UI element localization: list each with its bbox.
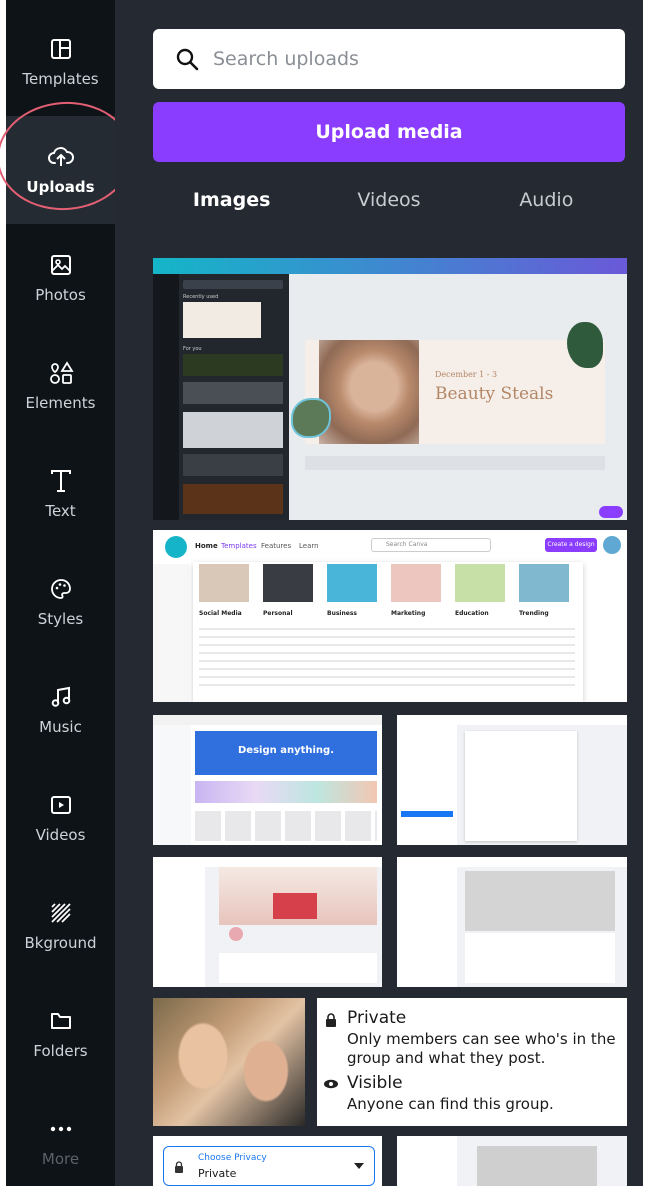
sidebar-item-text[interactable]: Text: [6, 440, 115, 548]
beauty-steals-canvas: December 1 - 3 Beauty Steals: [305, 322, 605, 444]
menu-column-heading: Business: [327, 610, 357, 617]
search-icon: [176, 48, 199, 71]
templates-dropdown: Social Media Personal Business Marketing…: [193, 562, 583, 702]
beauty-title: Beauty Steals: [435, 384, 554, 404]
menu-home: Home: [195, 542, 218, 550]
upload-cloud-icon: [47, 144, 74, 170]
sidebar-item-music[interactable]: Music: [6, 656, 115, 764]
sidebar-item-label: Bkground: [24, 934, 97, 952]
sidebar-item-label: Photos: [35, 286, 86, 304]
menu-column-heading: Trending: [519, 610, 549, 617]
sidebar-item-folders[interactable]: Folders: [6, 980, 115, 1088]
lock-icon: [175, 1161, 183, 1173]
privacy-select: Choose Privacy Private: [163, 1146, 375, 1186]
upload-thumbnail-privacy-card[interactable]: Private Only members can see who's in th…: [317, 998, 627, 1126]
upload-thumbnail-facebook-page[interactable]: [397, 715, 627, 845]
upload-thumbnail-canva-menu[interactable]: Home Templates Features Learn Search Can…: [153, 530, 627, 702]
menu-column-heading: Personal: [263, 610, 293, 617]
photos-icon: [48, 252, 74, 278]
model-photo: [319, 340, 419, 444]
upload-thumbnail-privacy-select[interactable]: Choose Privacy Private: [153, 1136, 382, 1186]
sidebar-item-more[interactable]: More: [6, 1088, 115, 1186]
more-dots-icon: [48, 1116, 74, 1142]
leaf-shape: [291, 398, 331, 438]
sidebar-item-label: Videos: [35, 826, 86, 844]
private-title: Private: [347, 1008, 407, 1028]
eye-icon: [324, 1079, 338, 1089]
upload-thumbnail-selfie[interactable]: [153, 998, 305, 1126]
sidebar-item-photos[interactable]: Photos: [6, 224, 115, 332]
visible-description: Anyone can find this group.: [347, 1095, 554, 1113]
lock-icon: [326, 1013, 336, 1027]
design-banner: Design anything.: [195, 731, 377, 775]
sidebar-item-uploads[interactable]: Uploads: [6, 116, 115, 224]
search-box[interactable]: [153, 29, 625, 89]
sidebar-item-label: Templates: [22, 70, 99, 88]
upload-thumbnail-group-settings[interactable]: [397, 1136, 627, 1186]
sidebar-item-label: Text: [45, 502, 76, 520]
search-input[interactable]: [213, 48, 593, 70]
upload-thumbnail-beauty-steals[interactable]: Recently used For you December 1 - 3 Bea…: [153, 258, 627, 520]
text-icon: [48, 468, 74, 494]
visible-title: Visible: [347, 1073, 403, 1093]
private-description: Only members can see who's in the group …: [347, 1030, 616, 1067]
privacy-value: Private: [198, 1167, 237, 1180]
sidebar-item-elements[interactable]: Elements: [6, 332, 115, 440]
sidebar-item-label: Styles: [37, 610, 84, 628]
sidebar-item-label: More: [41, 1150, 80, 1168]
music-note-icon: [48, 684, 74, 710]
privacy-label: Choose Privacy: [198, 1153, 267, 1163]
sidebar-item-label: Folders: [33, 1042, 88, 1060]
menu-learn: Learn: [299, 542, 319, 550]
sidebar-item-label: Uploads: [26, 178, 95, 196]
sidebar-item-templates[interactable]: Templates: [6, 8, 115, 116]
sidebar-item-styles[interactable]: Styles: [6, 548, 115, 656]
palette-icon: [48, 576, 74, 602]
uploads-panel: Upload media Images Videos Audio Recentl…: [115, 0, 643, 1186]
video-play-icon: [48, 792, 74, 818]
menu-create-button: Create a design: [545, 538, 597, 552]
editor-iconbar: [153, 274, 179, 520]
recently-used-label: Recently used: [183, 294, 219, 300]
templates-icon: [48, 36, 74, 62]
tab-audio[interactable]: Audio: [468, 178, 625, 222]
beauty-subtitle: December 1 - 3: [435, 370, 498, 379]
avatar: [603, 536, 621, 554]
sidebar-item-label: Elements: [25, 394, 96, 412]
media-tabs: Images Videos Audio: [153, 178, 625, 222]
menu-column-heading: Marketing: [391, 610, 426, 617]
sidebar-item-background[interactable]: Bkground: [6, 872, 115, 980]
leaf-shape: [567, 322, 603, 368]
sidebar-item-label: Music: [39, 718, 82, 736]
sidebar-item-videos[interactable]: Videos: [6, 764, 115, 872]
menu-search: Search Canva: [371, 538, 491, 552]
sidebar: Templates Uploads Photos Elements Text S…: [6, 0, 115, 1186]
design-anything-text: Design anything.: [237, 745, 334, 756]
for-you-label: For you: [183, 346, 202, 352]
upload-thumbnail-page-preview[interactable]: [397, 857, 627, 987]
menu-templates: Templates: [221, 542, 257, 550]
tab-images[interactable]: Images: [153, 178, 310, 222]
editor-templates-panel: Recently used For you: [179, 274, 289, 520]
help-button: [599, 506, 623, 518]
chevron-down-icon: [354, 1163, 364, 1169]
upload-thumbnail-design-anything[interactable]: Design anything.: [153, 715, 382, 845]
menu-column-heading: Education: [455, 610, 489, 617]
editor-topbar: [153, 258, 627, 274]
menu-features: Features: [261, 542, 292, 550]
upload-thumbnail-group-cover[interactable]: [153, 857, 382, 987]
folder-icon: [48, 1008, 74, 1034]
tab-videos[interactable]: Videos: [310, 178, 467, 222]
background-pattern-icon: [48, 900, 74, 926]
menu-column-heading: Social Media: [199, 610, 242, 617]
elements-icon: [48, 360, 74, 386]
canva-logo: [165, 536, 187, 558]
upload-media-button[interactable]: Upload media: [153, 102, 625, 162]
